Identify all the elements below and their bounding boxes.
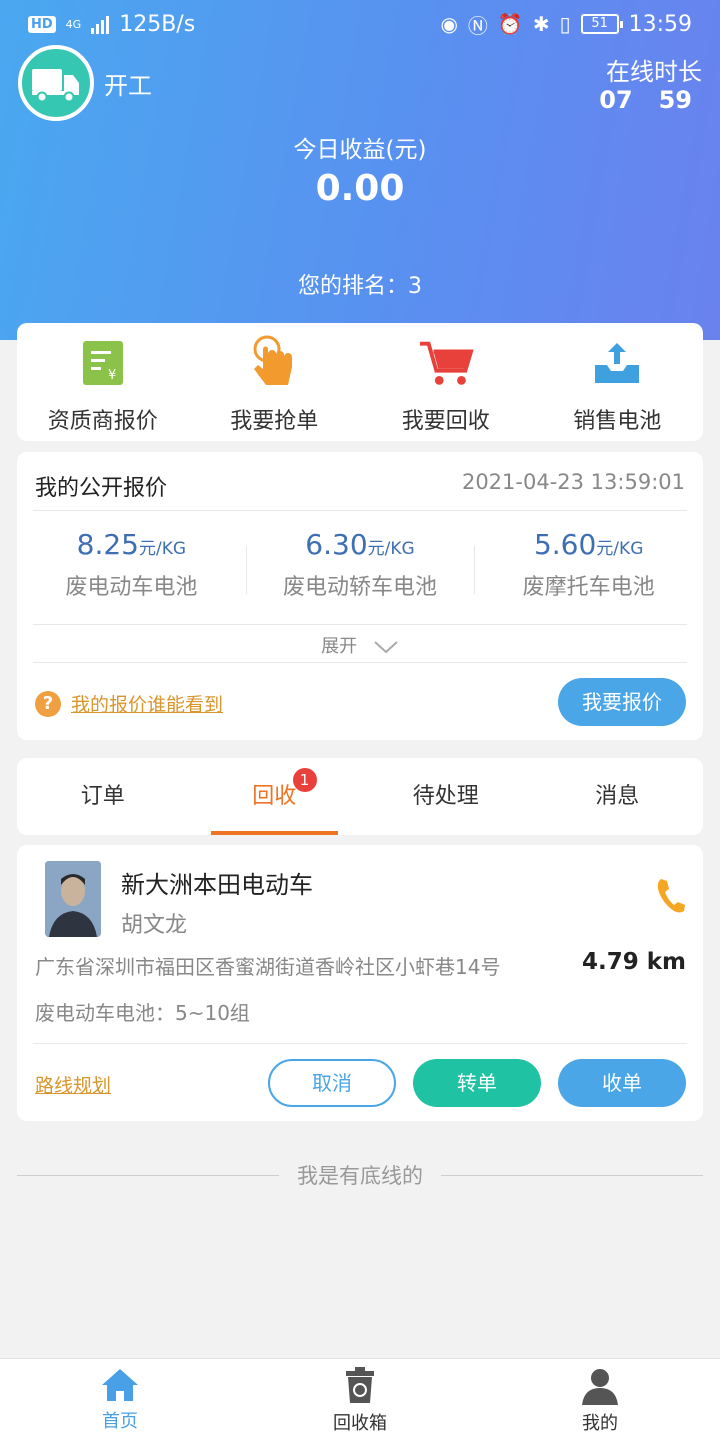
- price-value: 6.30: [305, 528, 368, 561]
- quote-visibility-link[interactable]: 我的报价谁能看到: [71, 690, 223, 717]
- tab-orders[interactable]: 订单: [17, 758, 189, 835]
- quick-actions: ¥ 资质商报价 我要抢单 我要回收 销售电池: [17, 323, 703, 441]
- cart-icon: [418, 335, 474, 391]
- price-category: 废电动轿车电池: [283, 575, 438, 600]
- upload-tray-icon: [589, 335, 645, 391]
- vibrate-icon: ▯: [559, 12, 571, 36]
- price-unit: 元/KG: [596, 539, 644, 559]
- quick-action-recycle[interactable]: 我要回收: [360, 323, 532, 441]
- tab-messages[interactable]: 消息: [532, 758, 704, 835]
- earnings-value: 0.00: [315, 168, 405, 209]
- online-duration-value: 07 59: [599, 86, 692, 114]
- clock: 13:59: [628, 11, 692, 37]
- rank-text: 您的排名：3: [298, 274, 422, 299]
- price-list: 8.25元/KG 废电动车电池 6.30元/KG 废电动轿车电池 5.60元/K…: [17, 528, 703, 601]
- home-icon: [102, 1369, 138, 1401]
- bottom-nav: 首页 回收箱 我的: [0, 1358, 720, 1440]
- nfc-icon: Ⓝ: [467, 13, 488, 38]
- quick-action-sell-battery[interactable]: 销售电池: [532, 323, 704, 441]
- price-doc-icon: ¥: [75, 335, 131, 391]
- quick-action-label: 资质商报价: [47, 409, 158, 434]
- tab-label: 消息: [595, 784, 640, 809]
- nav-label: 回收箱: [333, 1413, 387, 1434]
- nav-label: 我的: [582, 1413, 618, 1434]
- quick-action-grab-order[interactable]: 我要抢单: [189, 323, 361, 441]
- bluetooth-icon: ✱: [532, 12, 550, 36]
- divider: [441, 1174, 703, 1176]
- phone-icon[interactable]: [655, 877, 685, 917]
- price-item: 5.60元/KG 废摩托车电池: [474, 528, 703, 601]
- tab-label: 回收: [252, 784, 297, 809]
- network-type: 4G: [65, 17, 82, 31]
- profile-icon: [582, 1369, 618, 1405]
- customer-photo: [45, 861, 101, 937]
- net-speed: 125B/s: [119, 11, 196, 37]
- online-minutes: 59: [658, 86, 692, 114]
- nav-profile[interactable]: 我的: [480, 1359, 720, 1440]
- battery-icon: 51: [580, 14, 623, 34]
- truck-icon: [32, 69, 79, 103]
- submit-quote-button[interactable]: 我要报价: [558, 678, 686, 726]
- order-tabs: 订单 回收 1 待处理 消息: [17, 758, 703, 835]
- price-item: 6.30元/KG 废电动轿车电池: [245, 528, 475, 601]
- quote-title: 我的公开报价: [35, 476, 168, 501]
- online-duration-label: 在线时长: [606, 58, 702, 86]
- svg-text:¥: ¥: [108, 368, 116, 383]
- price-category: 废电动车电池: [65, 575, 198, 600]
- price-unit: 元/KG: [367, 539, 415, 559]
- address: 广东省深圳市福田区香蜜湖街道香岭社区小虾巷14号: [35, 955, 501, 979]
- alarm-icon: ⏰: [497, 12, 523, 36]
- order-card: 新大洲本田电动车 胡文龙 广东省深圳市福田区香蜜湖街道香岭社区小虾巷14号 4.…: [17, 845, 703, 1121]
- hd-indicator: HD: [28, 15, 56, 33]
- price-item: 8.25元/KG 废电动车电池: [17, 528, 246, 601]
- online-hours: 07: [599, 86, 633, 114]
- quote-timestamp: 2021-04-23 13:59:01: [461, 470, 685, 494]
- chevron-down-icon: [374, 641, 398, 654]
- divider: [33, 662, 687, 663]
- signal-icon: [91, 14, 110, 34]
- public-quote-card: 我的公开报价 2021-04-23 13:59:01 8.25元/KG 废电动车…: [17, 452, 703, 740]
- quote-visibility-help[interactable]: ? 我的报价谁能看到: [35, 690, 223, 717]
- cancel-button[interactable]: 取消: [268, 1059, 396, 1107]
- notification-badge: 1: [292, 768, 317, 792]
- divider: [33, 510, 687, 511]
- tab-pending[interactable]: 待处理: [360, 758, 532, 835]
- quick-action-label: 我要抢单: [230, 409, 319, 434]
- price-value: 5.60: [533, 528, 597, 561]
- shop-name: 新大洲本田电动车: [121, 871, 313, 899]
- quick-action-label: 销售电池: [573, 409, 662, 434]
- accept-button[interactable]: 收单: [558, 1059, 686, 1107]
- price-unit: 元/KG: [138, 539, 187, 559]
- divider: [33, 624, 687, 625]
- recycle-bin-icon: [346, 1367, 374, 1403]
- tab-label: 订单: [80, 784, 125, 809]
- nav-home[interactable]: 首页: [0, 1359, 240, 1440]
- transfer-button[interactable]: 转单: [413, 1059, 541, 1107]
- expand-toggle[interactable]: 展开: [17, 632, 703, 658]
- tab-recycle[interactable]: 回收 1: [189, 758, 361, 835]
- route-planning-link[interactable]: 路线规划: [35, 1071, 111, 1098]
- quick-action-dealer-quote[interactable]: ¥ 资质商报价: [17, 323, 189, 441]
- tap-hand-icon: [246, 335, 302, 391]
- price-category: 废摩托车电池: [522, 575, 655, 600]
- contact-name: 胡文龙: [121, 913, 188, 938]
- eye-icon: ◉: [440, 12, 458, 36]
- nav-recycle-bin[interactable]: 回收箱: [240, 1359, 480, 1440]
- earnings-label: 今日收益(元): [293, 137, 427, 163]
- end-of-list-text: 我是有底线的: [297, 1164, 423, 1188]
- question-icon: ?: [35, 690, 61, 717]
- quick-action-label: 我要回收: [401, 409, 490, 434]
- status-bar: HD 4G 125B/s ◉ Ⓝ ⏰ ✱ ▯ 51 13:59: [28, 8, 692, 40]
- nav-label: 首页: [102, 1411, 138, 1432]
- divider: [17, 1174, 279, 1176]
- end-of-list: 我是有底线的: [17, 1160, 703, 1190]
- expand-label: 展开: [321, 636, 358, 657]
- price-value: 8.25: [76, 528, 139, 561]
- tab-label: 待处理: [412, 784, 479, 809]
- divider: [33, 1043, 687, 1044]
- distance: 4.79 km: [581, 949, 686, 975]
- work-status-label[interactable]: 开工: [104, 66, 152, 101]
- battery-category: 废电动车电池：5~10组: [35, 1001, 250, 1025]
- truck-avatar[interactable]: [18, 45, 94, 121]
